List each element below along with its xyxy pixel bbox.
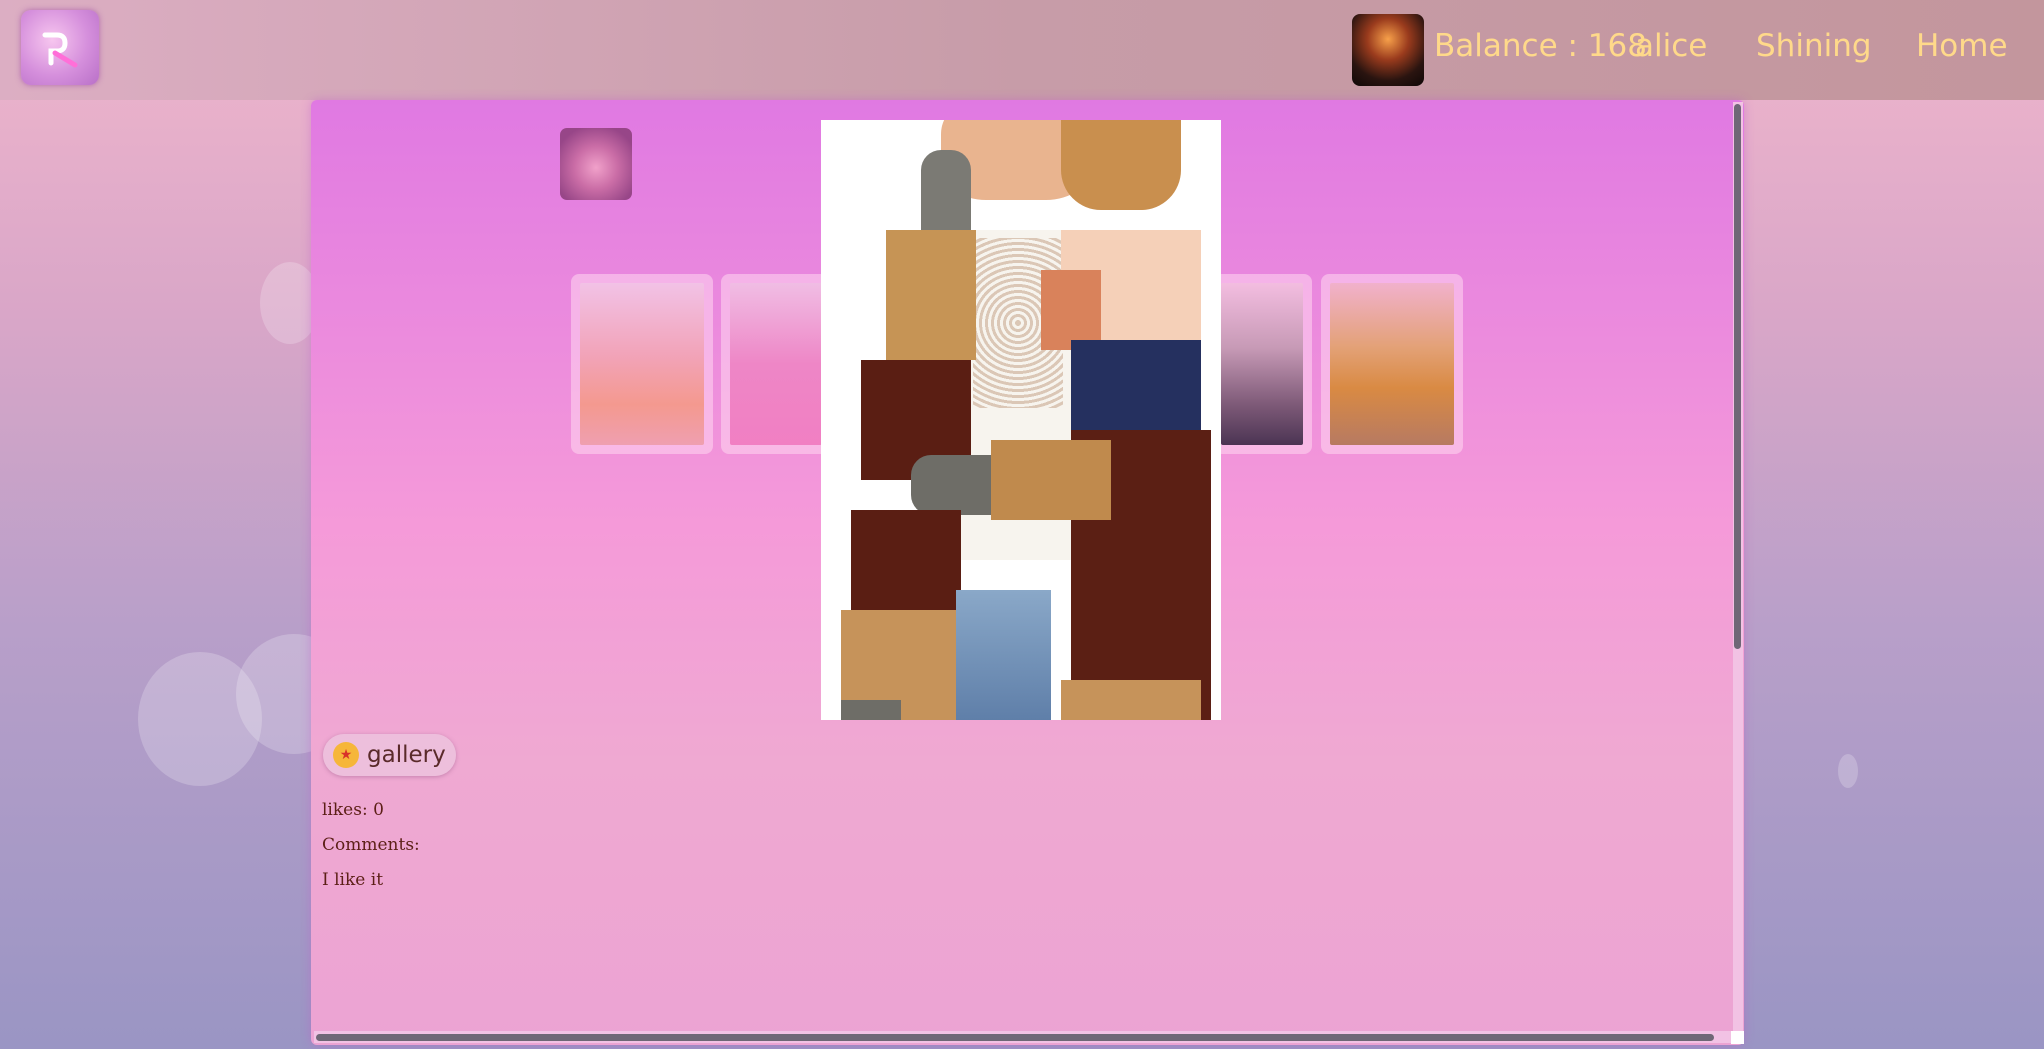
stripe-brown-lower	[851, 510, 961, 610]
likes-count: likes: 0	[322, 800, 384, 820]
gallery-thumbnail[interactable]	[1321, 274, 1463, 454]
gallery-thumbnail[interactable]	[721, 274, 831, 454]
gallery-button-label: gallery	[367, 742, 446, 768]
stripe-orange	[1041, 270, 1101, 350]
stripe-tan-hem	[1061, 680, 1201, 720]
strawberry-icon[interactable]	[560, 128, 632, 200]
comments-label: Comments:	[322, 835, 420, 855]
gallery-thumbnail[interactable]	[571, 274, 713, 454]
user-name-link[interactable]: alice	[1635, 28, 1707, 64]
top-header: Balance : 168 alice Shining Home	[0, 0, 2044, 100]
featured-image[interactable]	[821, 120, 1221, 720]
horizontal-scrollbar-thumb[interactable]	[316, 1034, 1714, 1041]
comment-item: I like it	[322, 870, 384, 890]
nav-link-shining[interactable]: Shining	[1756, 28, 1872, 64]
balance-label: Balance : 168	[1434, 28, 1647, 64]
stripe-navy	[1071, 340, 1201, 430]
stripe-gray-hem	[841, 700, 901, 720]
hair	[1061, 120, 1181, 210]
star-struck-emoji-icon: ★	[333, 742, 359, 768]
forearm-tan	[991, 440, 1111, 520]
sleeve-tan	[886, 230, 976, 360]
thumbnail-image	[730, 283, 822, 445]
user-avatar-icon[interactable]	[1352, 14, 1424, 86]
gallery-button[interactable]: ★ gallery	[323, 734, 456, 776]
background-bubble	[1838, 754, 1858, 788]
thumbnail-image	[1221, 283, 1303, 445]
pen-logo-glyph	[42, 32, 78, 67]
jeans	[956, 590, 1051, 720]
gallery-thumbnail[interactable]	[1212, 274, 1312, 454]
nav-link-home[interactable]: Home	[1916, 28, 2008, 64]
app-logo-icon[interactable]	[21, 10, 99, 85]
thumbnail-image	[580, 283, 704, 445]
thumbnail-image	[1330, 283, 1454, 445]
vertical-scrollbar-thumb[interactable]	[1734, 104, 1741, 649]
cardigan-illustration	[821, 120, 1221, 720]
scrollbar-corner	[1731, 1031, 1744, 1044]
